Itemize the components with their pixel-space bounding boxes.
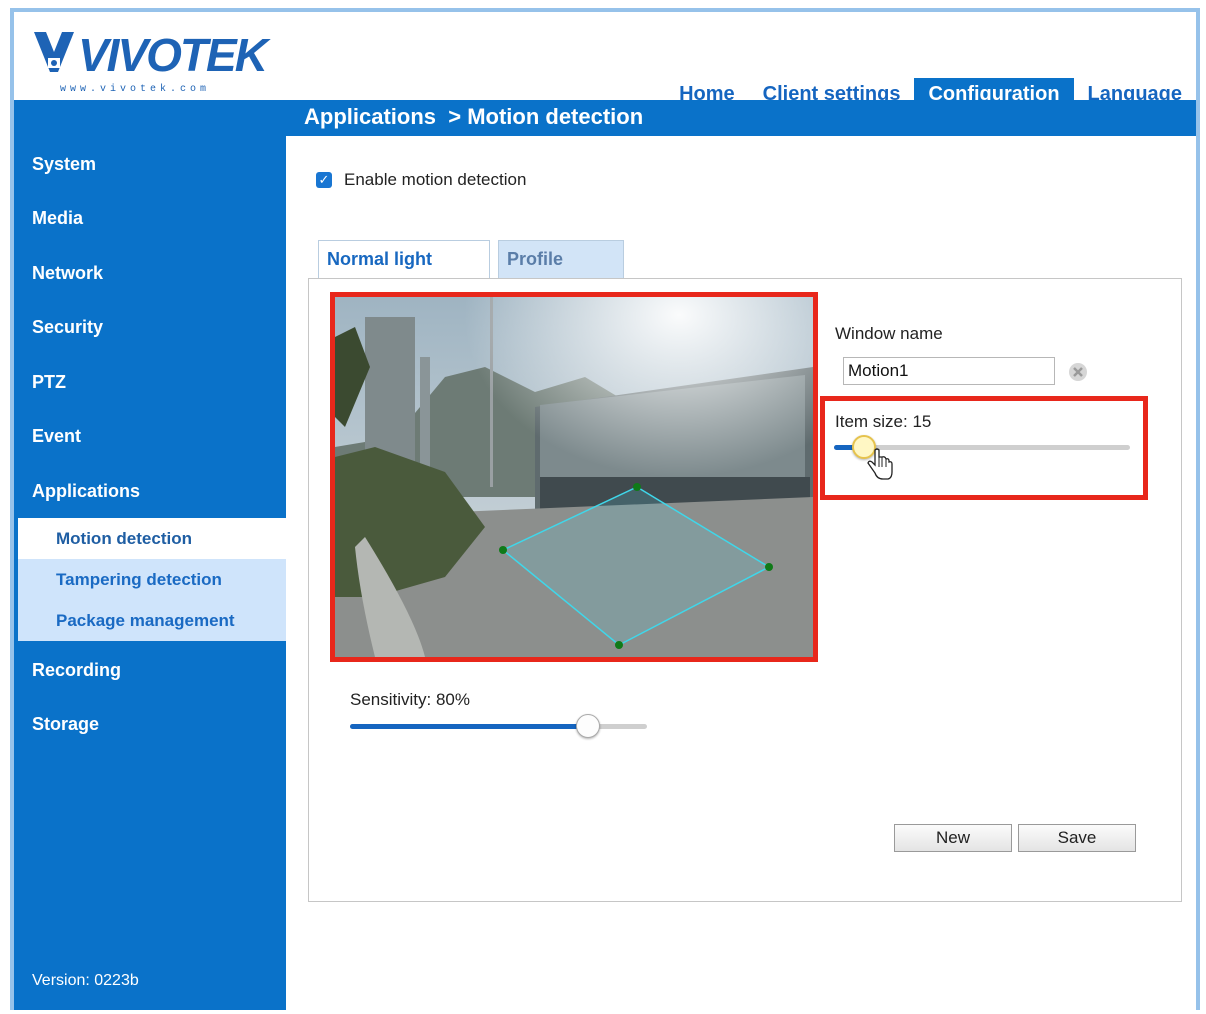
sidebar-item-media[interactable]: Media (32, 208, 83, 229)
logo-wordmark: VIVOTEK (78, 29, 268, 81)
submenu-motion-detection[interactable]: Motion detection (18, 518, 286, 559)
new-button[interactable]: New (894, 824, 1012, 852)
sidebar-item-network[interactable]: Network (32, 263, 103, 284)
tab-normal-light-mode[interactable]: Normal light mode (318, 240, 490, 305)
camera-preview[interactable] (330, 292, 818, 662)
window-name-label: Window name (835, 324, 943, 343)
sidebar-item-system[interactable]: System (32, 154, 96, 175)
sensitivity-slider[interactable] (350, 714, 647, 738)
sidebar-item-ptz[interactable]: PTZ (32, 372, 66, 393)
save-button[interactable]: Save (1018, 824, 1136, 852)
sidebar-item-storage[interactable]: Storage (32, 714, 99, 735)
sidebar-item-recording[interactable]: Recording (32, 660, 121, 681)
main-content: ✓ Enable motion detection Normal light m… (286, 136, 1196, 1010)
logo-emblem-icon (34, 32, 74, 72)
logo-url: www.vivotek.com (60, 84, 211, 95)
item-size-label: Item size: 15 (835, 412, 932, 431)
submenu-package-management[interactable]: Package management (18, 600, 286, 641)
sidebar-item-applications[interactable]: Applications (32, 481, 140, 502)
sensitivity-label: Sensitivity: 80% (350, 690, 470, 709)
tab-profile-mode[interactable]: Profile mode (498, 240, 624, 305)
vivotek-logo[interactable]: VIVOTEK www.vivotek.com (32, 26, 268, 96)
camera-scene-image (335, 297, 813, 657)
enable-motion-checkbox[interactable]: ✓ (316, 172, 332, 188)
item-size-slider[interactable] (834, 435, 1130, 459)
window-name-input[interactable] (843, 357, 1055, 385)
header: VIVOTEK www.vivotek.com Home Client sett… (14, 12, 1196, 114)
sidebar-item-event[interactable]: Event (32, 426, 81, 447)
enable-motion-row: ✓ Enable motion detection (316, 170, 526, 190)
enable-motion-label: Enable motion detection (344, 170, 527, 189)
item-size-slider-thumb[interactable] (852, 435, 876, 459)
sidebar: System Media Network Security PTZ Event … (14, 136, 286, 1010)
sensitivity-slider-thumb[interactable] (576, 714, 600, 738)
breadcrumb: Applications > Motion detection (304, 104, 644, 129)
delete-window-icon[interactable] (1068, 362, 1088, 382)
applications-submenu: Motion detection Tampering detection Pac… (18, 518, 286, 641)
submenu-tampering-detection[interactable]: Tampering detection (18, 559, 286, 600)
sidebar-item-security[interactable]: Security (32, 317, 103, 338)
version-text: Version: 0223b (32, 972, 139, 989)
sensitivity-slider-fill (350, 724, 588, 729)
